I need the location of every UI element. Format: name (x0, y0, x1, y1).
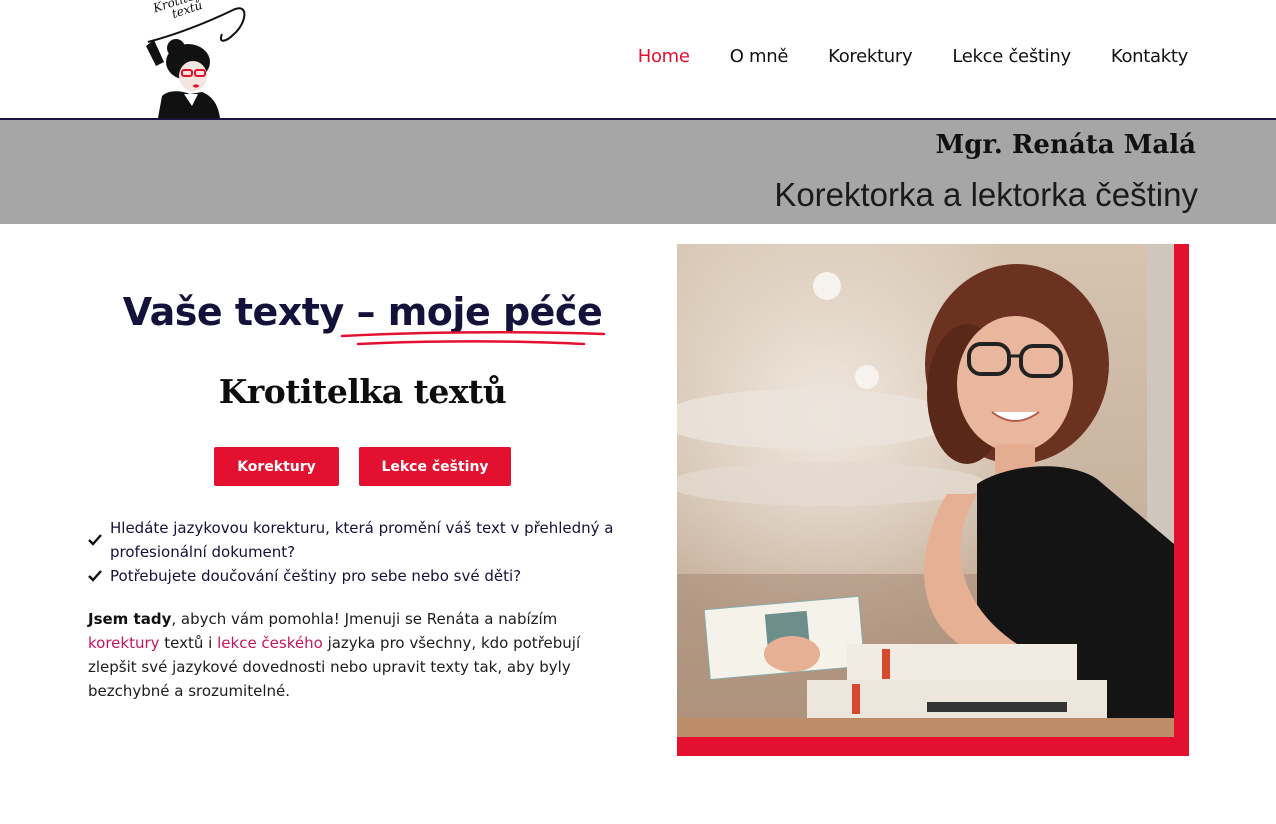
site-logo[interactable]: Krotitelka textů (138, 0, 250, 118)
intro-bold: Jsem tady (88, 610, 172, 628)
check-icon (88, 564, 104, 588)
list-item: Hledáte jazykovou korekturu, která promě… (88, 516, 648, 564)
intro-text-2: textů i (159, 634, 218, 652)
nav-item-korektury[interactable]: Korektury (828, 46, 913, 67)
banner-name: Mgr. Renáta Malá (935, 130, 1196, 160)
intro-paragraph: Jsem tady, abych vám pomohla! Jmenuji se… (88, 607, 628, 703)
main-nav: Home O mně Korektury Lekce češtiny Konta… (638, 46, 1189, 67)
logo-illustration (146, 7, 246, 118)
list-item: Potřebujete doučování češtiny pro sebe n… (88, 564, 648, 588)
benefits-list: Hledáte jazykovou korekturu, která promě… (88, 516, 648, 588)
nav-item-o-mne[interactable]: O mně (730, 46, 789, 67)
lekce-cestiny-button[interactable]: Lekce češtiny (359, 447, 511, 486)
nav-item-kontakty[interactable]: Kontakty (1111, 46, 1188, 67)
banner-role: Korektorka a lektorka češtiny (774, 176, 1198, 213)
korektury-link[interactable]: korektury (88, 634, 160, 652)
hero-headline-part1: Vaše texty (122, 290, 357, 334)
brand-title: Krotitelka textů (218, 372, 507, 411)
list-item-text: Hledáte jazykovou korekturu, která promě… (110, 519, 614, 561)
portrait-photo (677, 244, 1174, 737)
nav-item-home[interactable]: Home (638, 46, 690, 67)
intro-text-1: , abych vám pomohla! Jmenuji se Renáta a… (171, 610, 558, 628)
hero-photo (677, 244, 1174, 737)
title-banner: Mgr. Renáta Malá Korektorka a lektorka č… (0, 120, 1276, 224)
nav-item-lekce-cestiny[interactable]: Lekce češtiny (952, 46, 1071, 67)
headline-underline-decoration (340, 331, 606, 346)
site-header: Krotitelka textů Home O mně Korektury Le… (0, 0, 1276, 118)
check-icon (88, 528, 104, 552)
korektury-button[interactable]: Korektury (214, 447, 339, 486)
list-item-text: Potřebujete doučování češtiny pro sebe n… (110, 567, 522, 585)
lekce-ceskeho-link[interactable]: lekce českého (217, 634, 323, 652)
